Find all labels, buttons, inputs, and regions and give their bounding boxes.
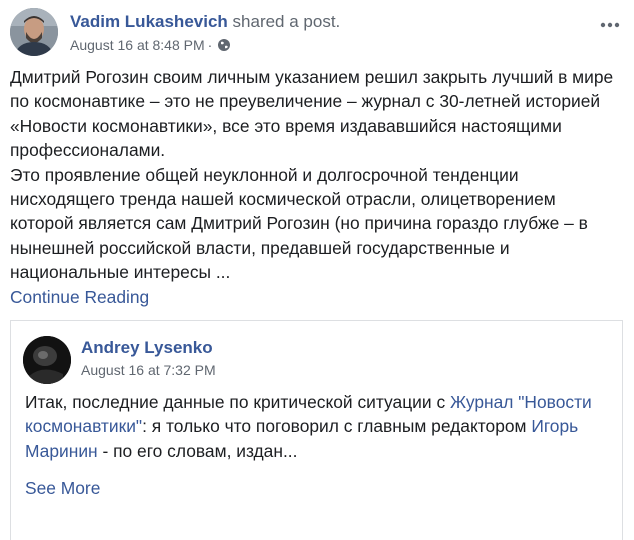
more-options-icon[interactable] — [599, 16, 621, 28]
meta-separator: · — [207, 37, 213, 53]
post-text-line: «Новости космонавтики», все это время из… — [10, 115, 562, 136]
author-name-link[interactable]: Vadim Lukashevich — [70, 12, 228, 31]
post-text-line: нынешней российской власти, предавшей го… — [10, 237, 510, 258]
shared-author-avatar[interactable] — [23, 336, 71, 384]
post-text: Дмитрий Рогозин своим личным указанием р… — [10, 65, 624, 309]
shared-post-card: Andrey Lysenko August 16 at 7:32 PM Итак… — [10, 320, 623, 540]
shared-text-part: - по его словам, издан... — [97, 440, 298, 461]
share-action-text: shared a post. — [232, 12, 341, 31]
post-meta: August 16 at 8:48 PM · — [70, 36, 231, 56]
author-line: Vadim Lukashevich shared a post. — [70, 11, 340, 33]
shared-author-name-link[interactable]: Andrey Lysenko — [81, 337, 213, 359]
shared-text-part: Итак, последние данные по критической си… — [25, 392, 450, 412]
post-text-line: Это проявление общей неуклонной и долгос… — [10, 164, 519, 185]
post-timestamp-link[interactable]: August 16 at 8:48 PM — [70, 37, 205, 53]
shared-post-text: Итак, последние данные по критической си… — [25, 390, 610, 463]
globe-icon[interactable] — [217, 38, 231, 56]
continue-reading-link[interactable]: Continue Reading — [10, 285, 624, 309]
post-text-line: Дмитрий Рогозин своим личным указанием р… — [10, 67, 614, 87]
post-text-line: которой является сам Дмитрий Рогозин (но… — [10, 213, 588, 234]
post-text-line: по космонавтике – это не преувеличение –… — [10, 91, 601, 112]
post-text-line: национальные интересы ... — [10, 262, 231, 283]
see-more-link[interactable]: See More — [25, 478, 100, 499]
shared-post-timestamp-link[interactable]: August 16 at 7:32 PM — [81, 361, 216, 379]
post-header: Vadim Lukashevich shared a post. August … — [10, 6, 624, 56]
post-text-line: нисходящего тренда нашей космической отр… — [10, 189, 556, 210]
shared-text-part: : я только что поговорил с главным редак… — [142, 416, 532, 437]
author-avatar[interactable] — [10, 8, 58, 56]
post-text-line: профессионалами. — [10, 140, 166, 161]
